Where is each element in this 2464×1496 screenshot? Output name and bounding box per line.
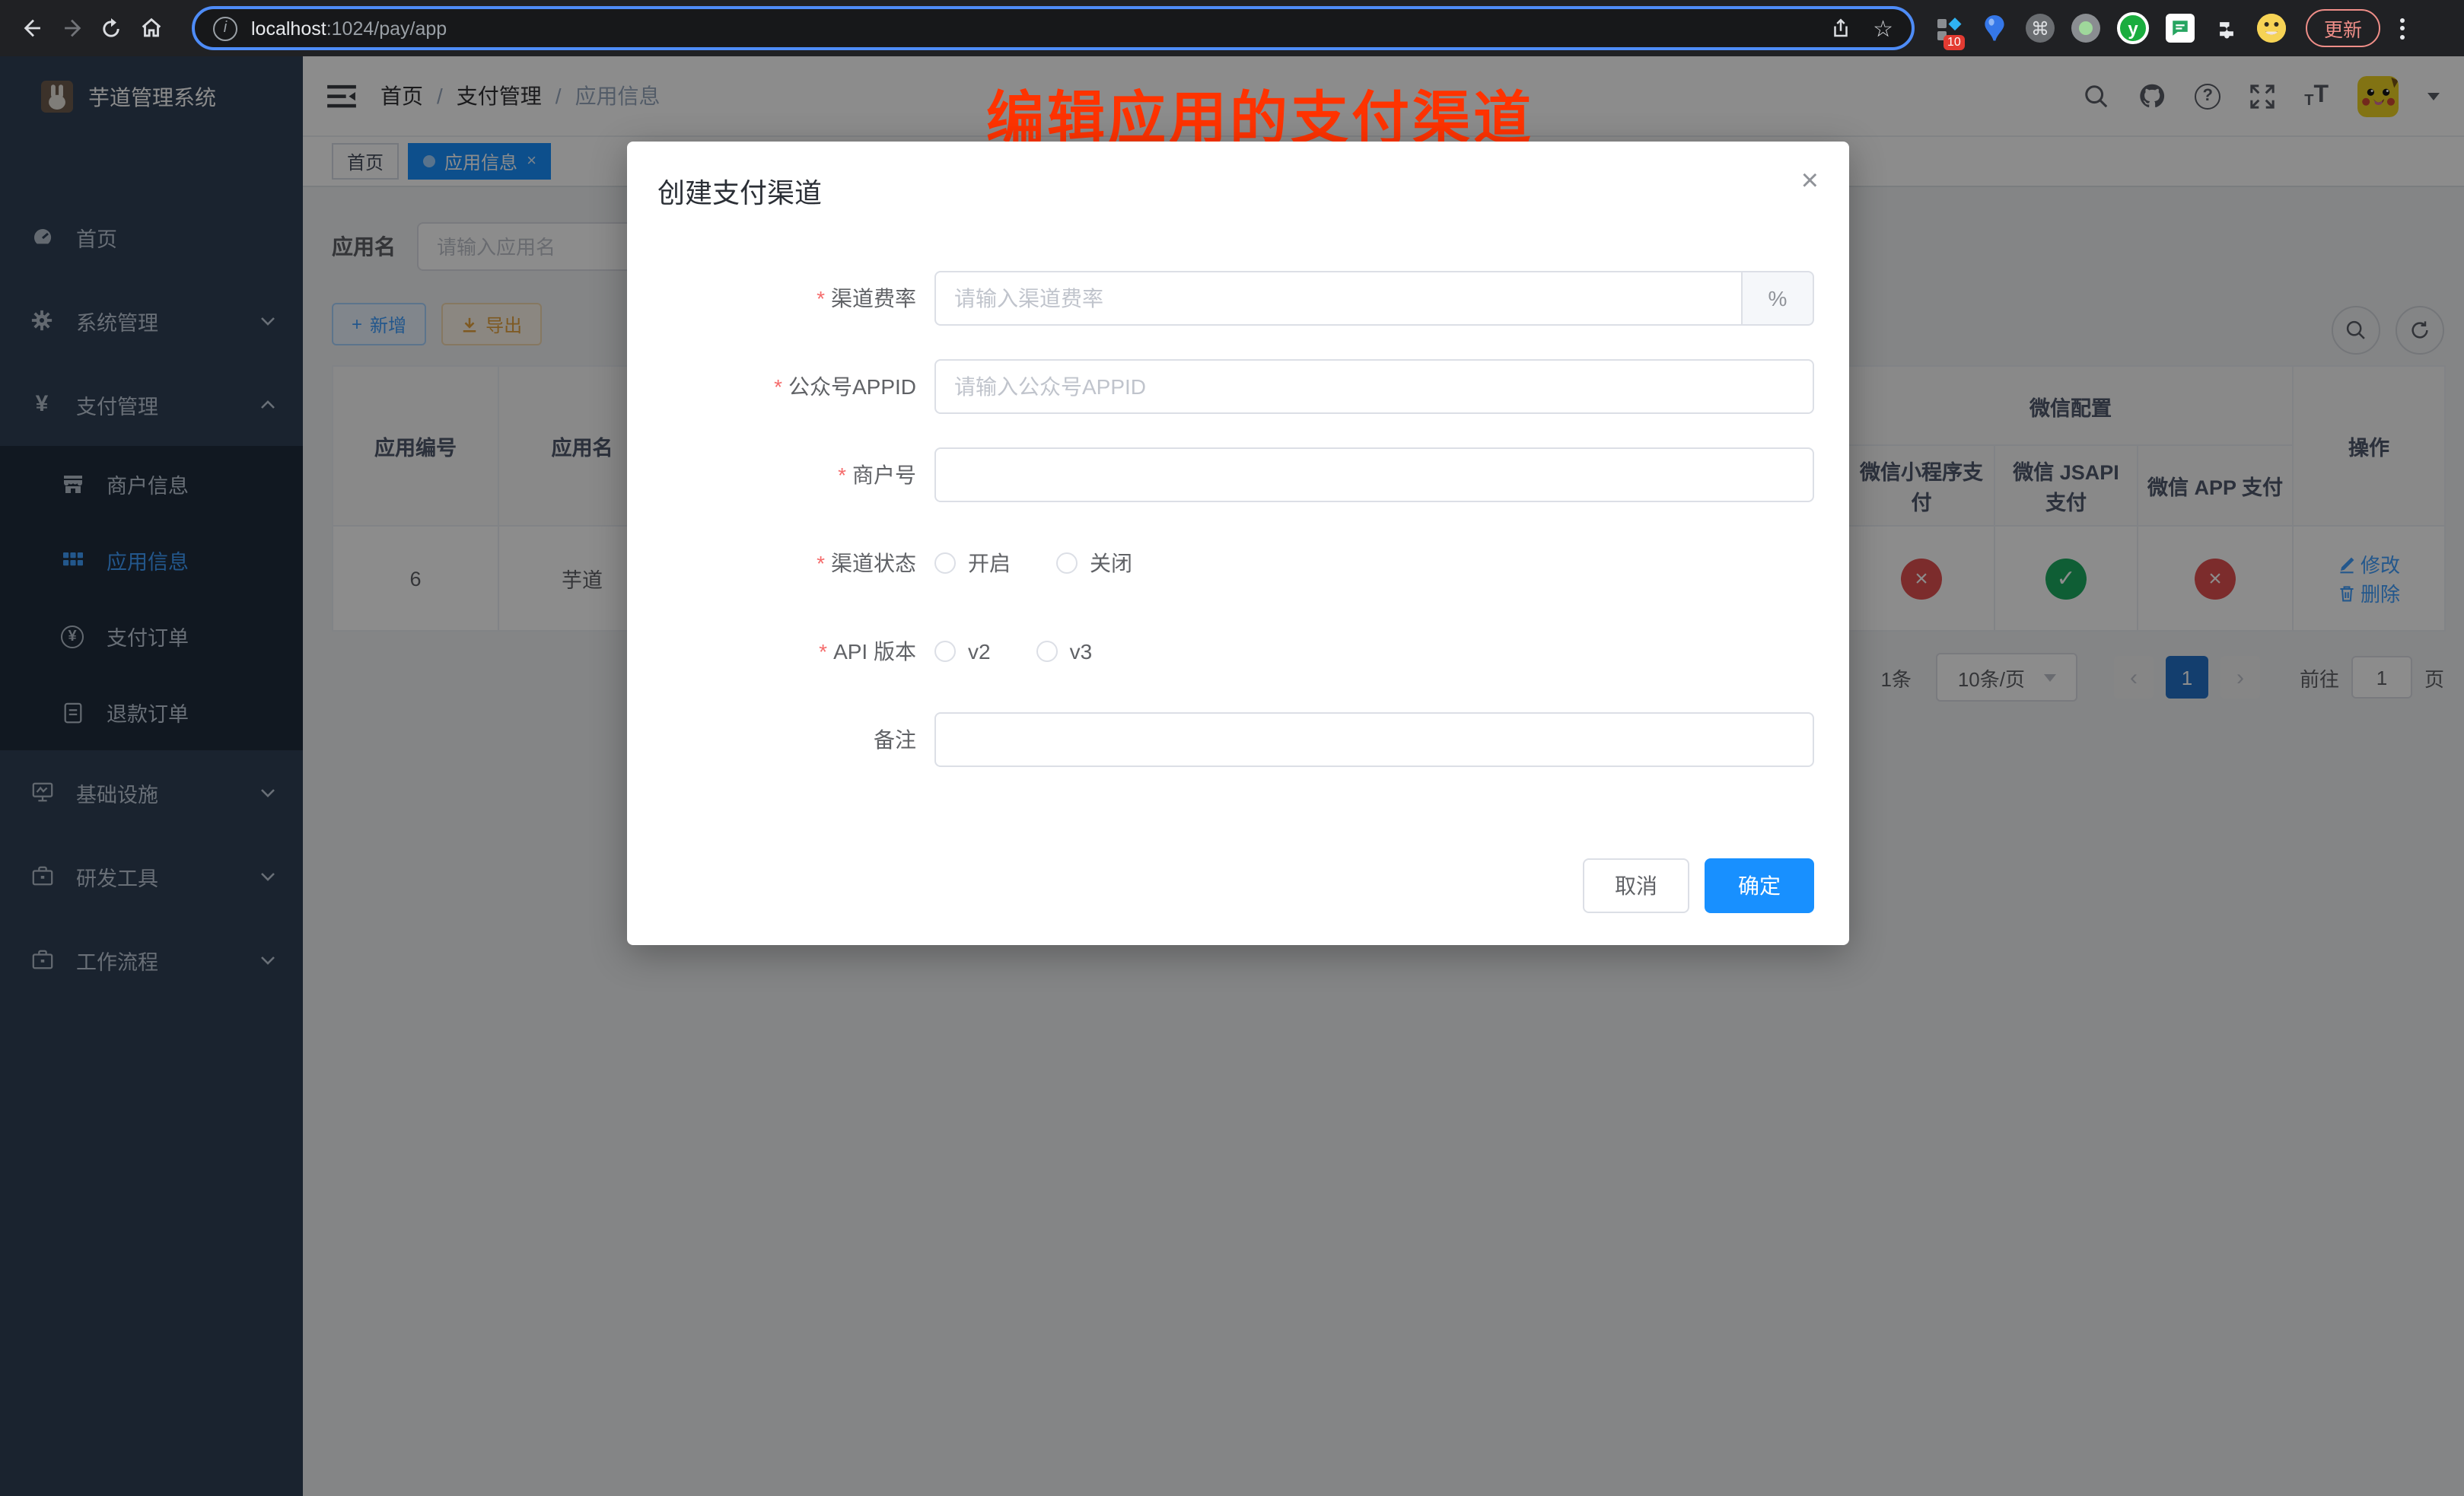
required-mark: * bbox=[838, 463, 846, 487]
url-host: localhost bbox=[251, 18, 326, 39]
remark-input[interactable] bbox=[934, 712, 1814, 767]
extensions-puzzle-icon[interactable] bbox=[2211, 14, 2240, 43]
status-off-radio[interactable]: 关闭 bbox=[1056, 548, 1132, 578]
field-api-version: *API 版本 v2 v3 bbox=[642, 624, 1814, 679]
required-mark: * bbox=[817, 286, 825, 310]
browser-chrome: i localhost :1024/pay/app ☆ 10 ⌘ y bbox=[0, 0, 2464, 56]
confirm-button[interactable]: 确定 bbox=[1705, 858, 1814, 913]
radio-icon bbox=[1056, 552, 1078, 574]
dialog-footer: 取消 确定 bbox=[1583, 858, 1814, 913]
extension-balloon-icon[interactable] bbox=[1980, 14, 2009, 43]
site-info-icon[interactable]: i bbox=[213, 16, 237, 40]
extension-badge: 10 bbox=[1944, 35, 1965, 50]
field-channel-rate: *渠道费率 % bbox=[642, 271, 1814, 326]
dialog-body: *渠道费率 % *公众号APPID *商户号 bbox=[627, 224, 1849, 767]
browser-back-button[interactable] bbox=[12, 8, 52, 48]
field-channel-status: *渠道状态 开启 关闭 bbox=[642, 536, 1814, 590]
extension-y-icon[interactable]: y bbox=[2117, 12, 2149, 44]
status-on-radio[interactable]: 开启 bbox=[934, 548, 1011, 578]
create-channel-dialog: 创建支付渠道 × *渠道费率 % *公众号APPID bbox=[627, 142, 1849, 945]
cancel-button[interactable]: 取消 bbox=[1583, 858, 1689, 913]
address-bar[interactable]: i localhost :1024/pay/app ☆ bbox=[192, 6, 1915, 50]
share-icon[interactable] bbox=[1829, 17, 1851, 40]
bookmark-star-icon[interactable]: ☆ bbox=[1873, 14, 1893, 42]
appid-input[interactable] bbox=[934, 359, 1814, 414]
required-mark: * bbox=[819, 639, 827, 664]
extensions-area: 10 ⌘ y bbox=[1934, 12, 2286, 44]
extension-emoji-icon[interactable] bbox=[2257, 14, 2286, 43]
required-mark: * bbox=[774, 374, 782, 399]
browser-forward-button[interactable] bbox=[52, 8, 91, 48]
field-remark: 备注 bbox=[642, 712, 1814, 767]
field-appid: *公众号APPID bbox=[642, 359, 1814, 414]
browser-reload-button[interactable] bbox=[91, 8, 131, 48]
url-path: :1024/pay/app bbox=[326, 18, 447, 39]
browser-menu-icon[interactable] bbox=[2394, 11, 2411, 45]
extension-command-icon[interactable]: ⌘ bbox=[2026, 14, 2055, 43]
api-v2-radio[interactable]: v2 bbox=[934, 639, 991, 664]
radio-icon bbox=[934, 552, 956, 574]
screen: i localhost :1024/pay/app ☆ 10 ⌘ y bbox=[0, 0, 2464, 1496]
radio-icon bbox=[934, 641, 956, 662]
api-v3-radio[interactable]: v3 bbox=[1036, 639, 1093, 664]
percent-append: % bbox=[1743, 271, 1814, 326]
required-mark: * bbox=[817, 551, 825, 575]
dialog-title: 创建支付渠道 bbox=[657, 178, 822, 208]
extension-chat-icon[interactable] bbox=[2166, 14, 2195, 43]
dialog-close-icon[interactable]: × bbox=[1801, 166, 1819, 196]
radio-icon bbox=[1036, 641, 1058, 662]
browser-home-button[interactable] bbox=[131, 8, 170, 48]
extension-tabs-icon[interactable]: 10 bbox=[1934, 14, 1963, 43]
merchant-id-input[interactable] bbox=[934, 447, 1814, 502]
channel-rate-input[interactable] bbox=[934, 271, 1743, 326]
browser-update-button[interactable]: 更新 bbox=[2306, 9, 2380, 47]
dialog-header: 创建支付渠道 bbox=[627, 142, 1849, 224]
field-merchant-id: *商户号 bbox=[642, 447, 1814, 502]
extension-green-dot-icon[interactable] bbox=[2071, 14, 2100, 43]
